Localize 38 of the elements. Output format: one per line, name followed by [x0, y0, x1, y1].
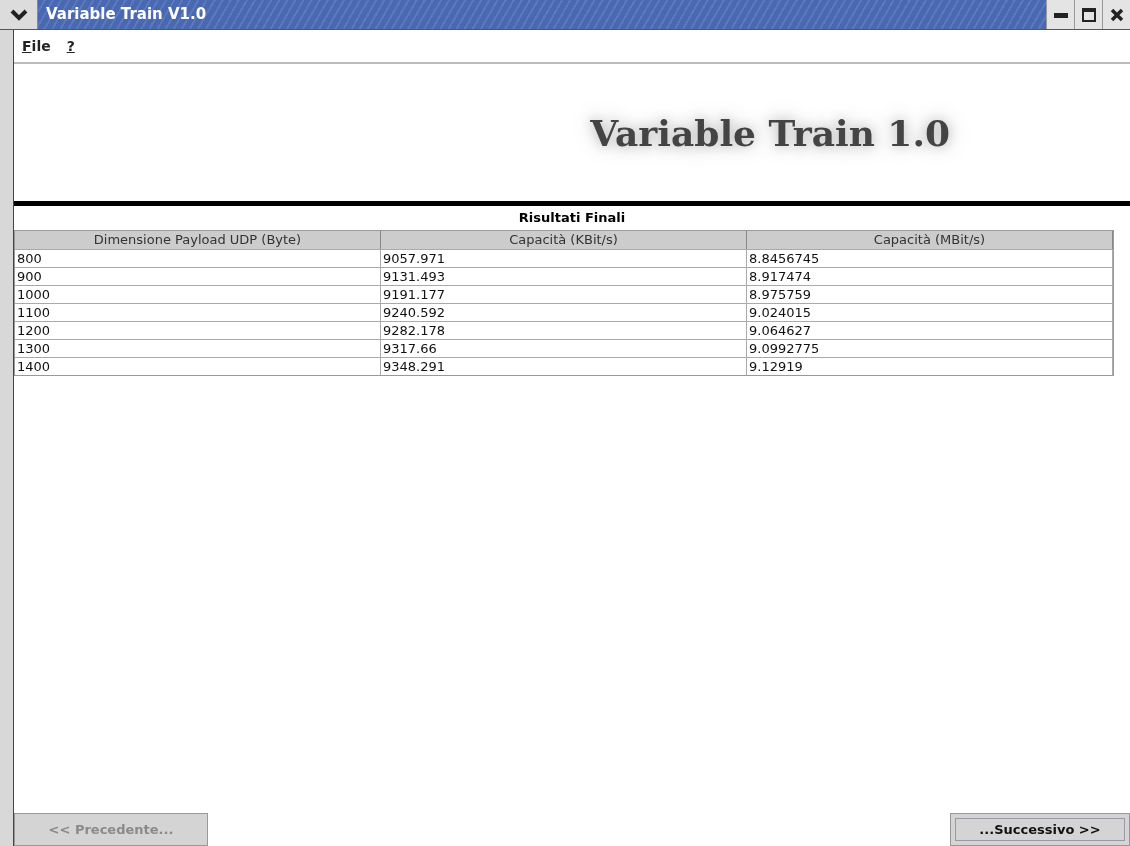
menu-item[interactable]: ? [66, 35, 75, 57]
table-cell: 9348.291 [381, 357, 747, 375]
column-header[interactable]: Capacità (KBit/s) [381, 230, 747, 249]
column-header[interactable]: Dimensione Payload UDP (Byte) [15, 230, 381, 249]
close-icon [1109, 7, 1124, 22]
table-cell: 9282.178 [381, 321, 747, 339]
table-cell: 1000 [15, 285, 381, 303]
minimize-icon [1053, 11, 1068, 18]
minimize-button[interactable] [1046, 0, 1074, 29]
table-cell: 9131.493 [381, 267, 747, 285]
table-cell: 1400 [15, 357, 381, 375]
table-cell: 1100 [15, 303, 381, 321]
maximize-button[interactable] [1074, 0, 1102, 29]
window-menu-button[interactable] [0, 0, 38, 29]
chevron-down-icon [9, 8, 28, 21]
table-cell: 9191.177 [381, 285, 747, 303]
table-cell: 900 [15, 267, 381, 285]
table-cell: 8.917474 [747, 267, 1113, 285]
table-cell: 1200 [15, 321, 381, 339]
table-title: Risultati Finali [518, 209, 626, 227]
table-cell: 9057.971 [381, 249, 747, 267]
maximize-icon [1081, 7, 1096, 22]
table-cell: 9317.66 [381, 339, 747, 357]
window-title: Variable Train V1.0 [46, 4, 207, 26]
table-cell: 9.024015 [747, 303, 1113, 321]
banner-title: Variable Train 1.0 [590, 110, 950, 156]
table-cell: 9.12919 [747, 357, 1113, 375]
table-cell: 8.8456745 [747, 249, 1113, 267]
close-button[interactable] [1102, 0, 1130, 29]
table-cell: 1300 [15, 339, 381, 357]
menu-item[interactable]: File [22, 35, 51, 57]
column-header[interactable]: Capacità (MBit/s) [747, 230, 1113, 249]
table-cell: 9.0992775 [747, 339, 1113, 357]
next-button[interactable]: ...Successivo >> [950, 813, 1130, 846]
table-cell: 800 [15, 249, 381, 267]
table-cell: 8.975759 [747, 285, 1113, 303]
table-cell: 9240.592 [381, 303, 747, 321]
table-cell: 9.064627 [747, 321, 1113, 339]
